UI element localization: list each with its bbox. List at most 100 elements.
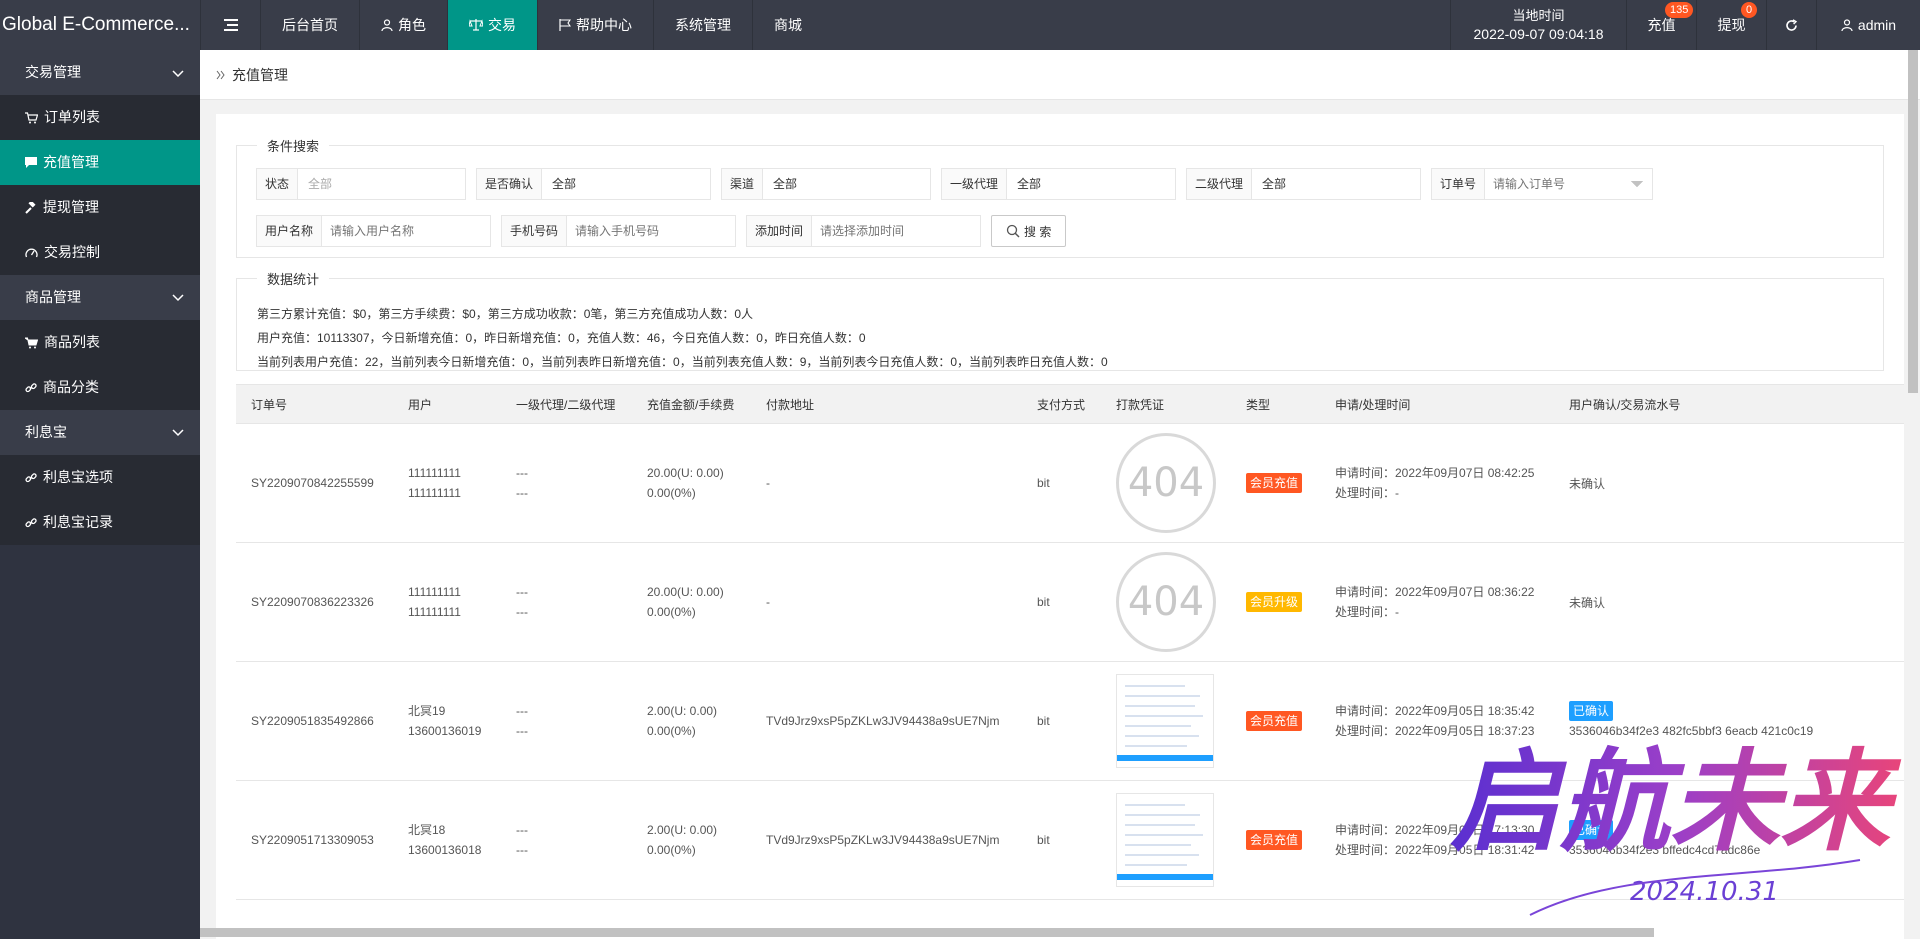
txid: 3536046b34f2e3 bffedc4cd7adc86e — [1569, 843, 1761, 857]
local-time-value: 2022-09-07 09:04:18 — [1473, 26, 1604, 42]
sidebar-item-label: 提现管理 — [43, 199, 99, 215]
proof-thumbnail[interactable] — [1116, 674, 1214, 768]
local-time: 当地时间 2022-09-07 09:04:18 — [1450, 0, 1626, 50]
sidebar-group-label: 利息宝 — [25, 424, 67, 440]
user-menu[interactable]: admin — [1816, 0, 1920, 50]
search-button[interactable]: 搜 索 — [991, 215, 1067, 247]
chevron-down-icon — [172, 428, 184, 436]
process-time: 处理时间：2022年09月05日 18:37:23 — [1335, 724, 1535, 738]
sidebar-group-trade[interactable]: 交易管理 — [0, 50, 200, 95]
nav-help[interactable]: 帮助中心 — [537, 0, 653, 50]
order-no: SY2209051835492866 — [251, 714, 374, 728]
status-value: 全部 — [308, 177, 333, 191]
top-right-tools: 当地时间 2022-09-07 09:04:18 充值 135 提现 0 adm… — [1450, 0, 1920, 50]
amount: 20.00(U: 0.00) — [647, 585, 724, 599]
nav-system[interactable]: 系统管理 — [653, 0, 752, 50]
added-time-input[interactable] — [812, 216, 980, 246]
thumb-bar — [1117, 874, 1213, 880]
main-area: 充值管理 条件搜索 状态 全部 是否确认 全部 渠道 全部 一级代理 全部 二级… — [200, 50, 1920, 939]
agent1-select[interactable]: 一级代理 全部 — [941, 168, 1643, 200]
withdraw-link[interactable]: 提现 0 — [1696, 0, 1766, 50]
nav-home[interactable]: 后台首页 — [260, 0, 359, 50]
username-input[interactable] — [322, 216, 490, 246]
time-cell: 申请时间：2022年09月05日 17:13:30 处理时间：2022年09月05… — [1320, 820, 1554, 860]
sidebar-group-interest[interactable]: 利息宝 — [0, 410, 200, 455]
recharge-link[interactable]: 充值 135 — [1626, 0, 1696, 50]
fee: 0.00(0%) — [647, 724, 696, 738]
sidebar-item-trade-control[interactable]: 交易控制 — [0, 230, 200, 275]
user-name: admin — [1857, 17, 1897, 33]
agent-cell: --- --- — [501, 463, 632, 503]
search-legend: 条件搜索 — [267, 139, 320, 154]
confirm-status: 未确认 — [1569, 595, 1606, 610]
nav-trade[interactable]: 交易 — [447, 0, 537, 50]
sidebar-item-orders[interactable]: 订单列表 — [0, 95, 200, 140]
col-user: 用户 — [408, 397, 433, 412]
proof-cell: 404 — [1101, 433, 1231, 533]
nav-role[interactable]: 角色 — [359, 0, 447, 50]
sidebar-item-recharge[interactable]: 充值管理 — [0, 140, 200, 185]
nav-mall[interactable]: 商城 — [752, 0, 823, 50]
table-row: SY2209051713309053 北冥18 13600136018 --- --… — [236, 781, 1904, 900]
gavel-icon — [25, 201, 36, 214]
amount-cell: 2.00(U: 0.00) 0.00(0%) — [632, 701, 751, 741]
agent2: --- — [516, 486, 528, 500]
agent1: --- — [516, 823, 528, 837]
thumb-line — [1125, 834, 1203, 836]
thumb-line — [1125, 854, 1199, 856]
proof-thumbnail[interactable] — [1116, 793, 1214, 887]
added-time-field: 添加时间 — [746, 215, 981, 247]
channel-select[interactable]: 渠道 全部 — [721, 168, 1643, 200]
thumb-line — [1125, 695, 1200, 697]
status-select[interactable]: 状态 全部 — [256, 168, 1643, 200]
col-pay: 支付方式 — [1037, 397, 1086, 412]
amount: 20.00(U: 0.00) — [647, 466, 724, 480]
order-no-input[interactable] — [1485, 169, 1652, 199]
table-row: SY2209070842255599 111111111 111111111 --… — [236, 424, 1904, 543]
scale-icon — [469, 19, 483, 31]
chevron-down-icon — [172, 293, 184, 301]
nav-trade-label: 交易 — [488, 17, 516, 33]
user-name: 北冥19 — [408, 704, 446, 718]
broken-image-placeholder[interactable]: 404 — [1116, 552, 1216, 652]
vertical-scrollbar[interactable] — [1908, 50, 1918, 393]
col-proof: 打款凭证 — [1116, 397, 1165, 412]
content-card: 条件搜索 状态 全部 是否确认 全部 渠道 全部 一级代理 全部 二级代理 全部 — [216, 114, 1904, 939]
menu-toggle-button[interactable] — [200, 0, 260, 50]
link-icon — [25, 517, 37, 527]
type-badge: 会员升级 — [1246, 592, 1303, 612]
thumb-line — [1125, 705, 1195, 707]
sidebar-group-goods[interactable]: 商品管理 — [0, 275, 200, 320]
cart-icon — [25, 337, 38, 348]
sidebar-item-interest-options[interactable]: 利息宝选项 — [0, 455, 200, 500]
fee: 0.00(0%) — [647, 605, 696, 619]
col-agent: 一级代理/二级代理 — [516, 397, 616, 412]
stats-legend: 数据统计 — [267, 272, 320, 287]
sidebar-item-goods-list[interactable]: 商品列表 — [0, 320, 200, 365]
stats-panel: 数据统计 第三方累计充值：$0，第三方手续费：$0，第三方成功收款：0笔，第三方… — [236, 269, 1884, 371]
thumb-line — [1125, 864, 1187, 866]
horizontal-scrollbar[interactable] — [200, 928, 1654, 937]
broken-image-placeholder[interactable]: 404 — [1116, 433, 1216, 533]
breadcrumb-current[interactable]: 充值管理 — [232, 65, 288, 85]
sidebar-item-interest-records[interactable]: 利息宝记录 — [0, 500, 200, 545]
confirmed-select[interactable]: 是否确认 全部 — [476, 168, 1643, 200]
user-name: 北冥18 — [408, 823, 446, 837]
order-no: SY2209070836223326 — [251, 595, 374, 609]
refresh-button[interactable] — [1766, 0, 1816, 50]
sidebar-item-withdraw[interactable]: 提现管理 — [0, 185, 200, 230]
phone-input[interactable] — [567, 216, 735, 246]
refresh-icon — [1786, 18, 1798, 31]
agent2-select[interactable]: 二级代理 全部 — [1186, 168, 1643, 200]
sidebar-item-goods-category[interactable]: 商品分类 — [0, 365, 200, 410]
sidebar-item-label: 订单列表 — [44, 109, 100, 125]
double-chevron-right-icon — [216, 70, 225, 79]
type-badge: 会员充值 — [1246, 830, 1303, 850]
thumb-line — [1125, 844, 1191, 846]
table-row: SY2209051835492866 北冥19 13600136019 --- --… — [236, 662, 1904, 781]
type-cell: 会员充值 — [1231, 473, 1320, 493]
nav-system-label: 系统管理 — [675, 17, 731, 33]
search-icon — [1006, 224, 1020, 238]
menu-icon — [223, 19, 238, 31]
app-logo[interactable]: Global E-Commerce... — [0, 0, 200, 50]
